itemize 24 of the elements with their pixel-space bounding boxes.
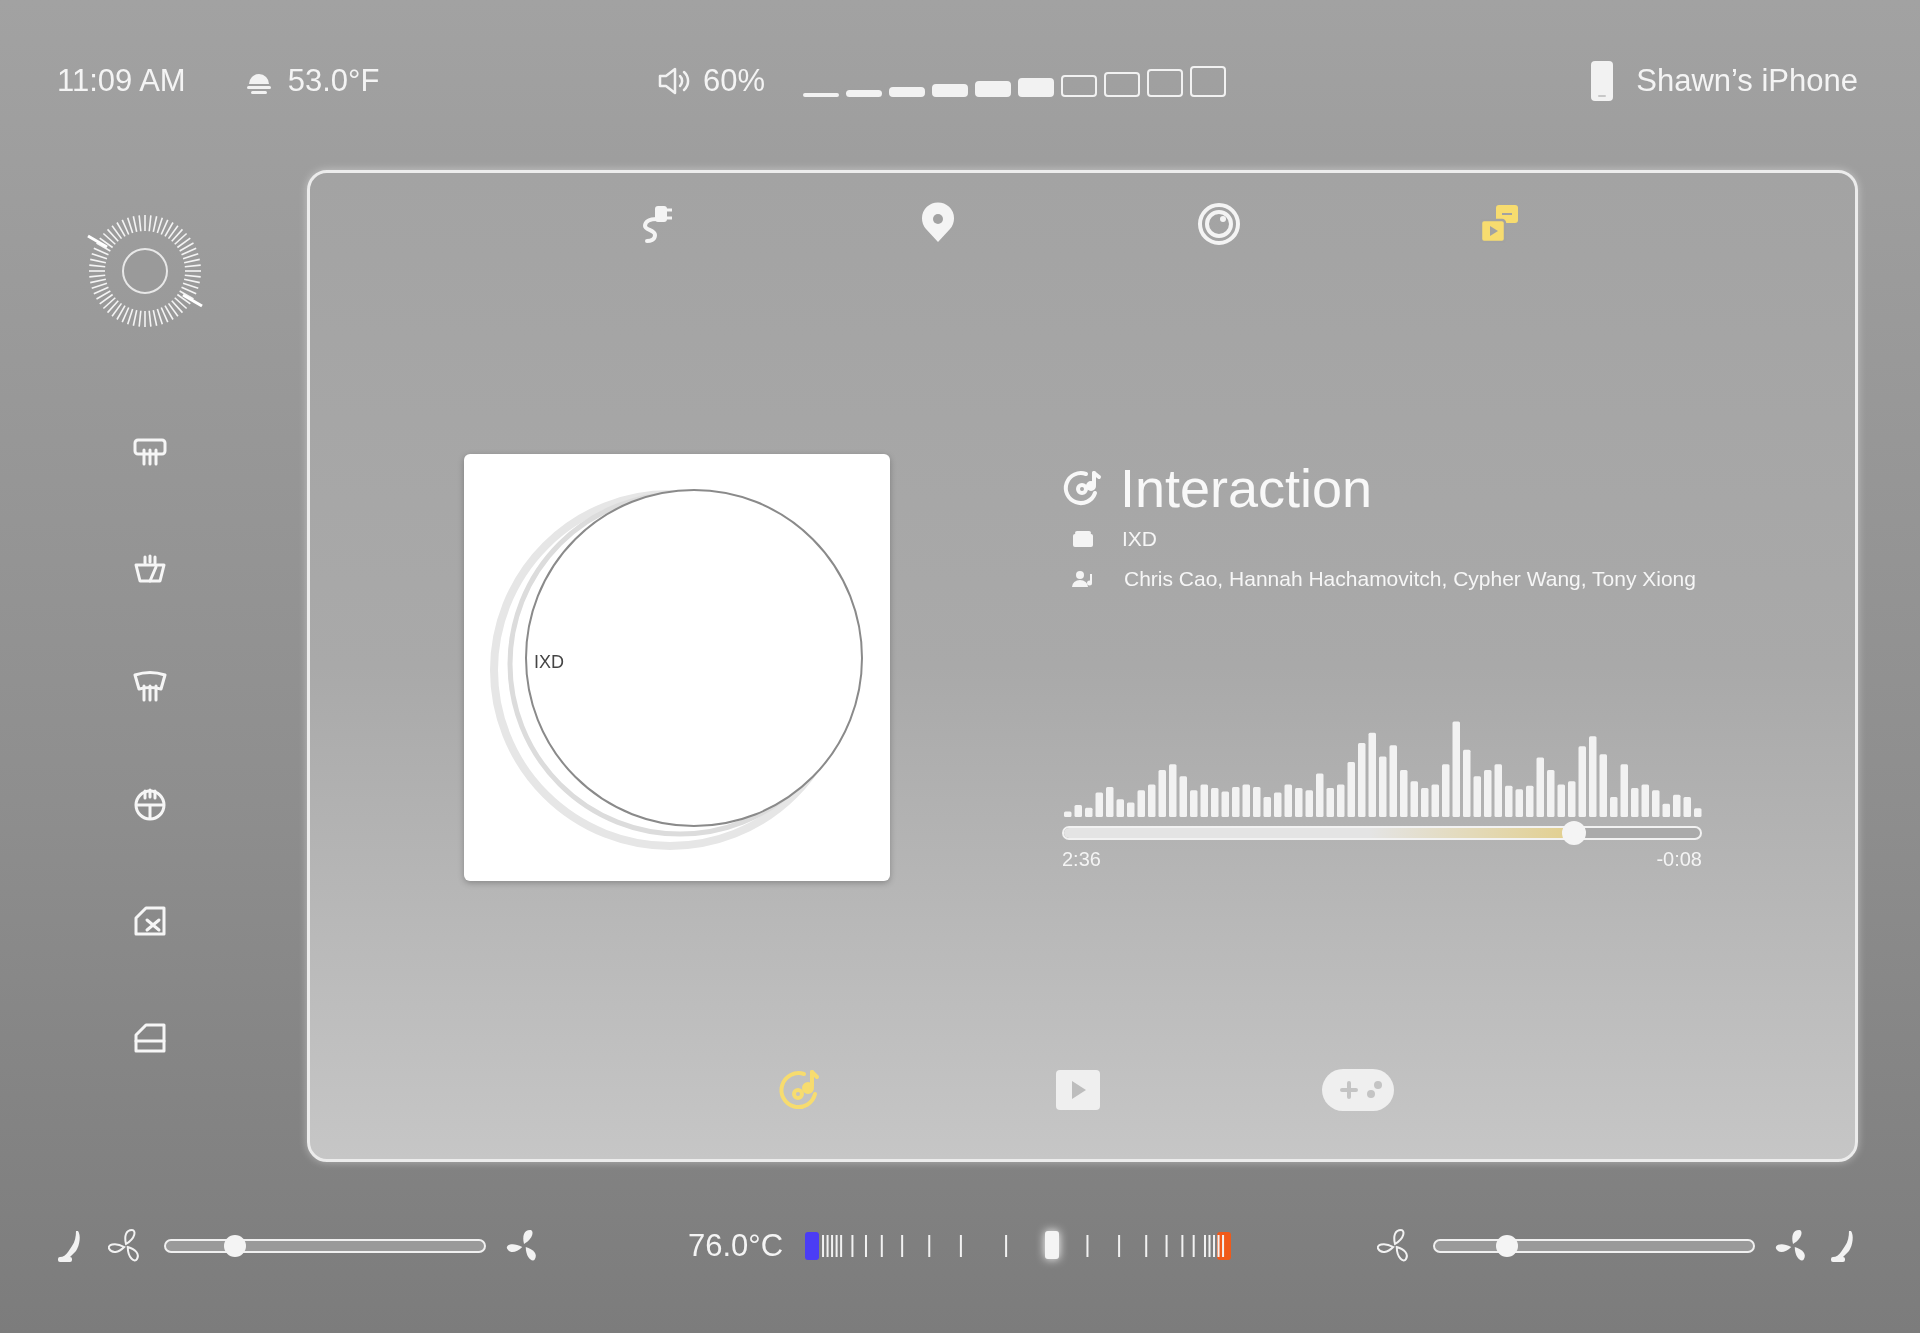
cabin-temperature: 76.0°C: [687, 1227, 784, 1264]
outside-temperature: 53.0°F: [287, 63, 380, 99]
progress-thumb[interactable]: [1562, 821, 1586, 845]
elapsed-time: 2:36: [1062, 848, 1101, 871]
device-name: Shawn’s iPhone: [1636, 63, 1858, 99]
phone-icon: [1590, 60, 1615, 102]
front-defrost-icon[interactable]: [131, 670, 168, 704]
volume-bar[interactable]: [803, 65, 1227, 97]
album-name: IXD: [1122, 527, 1157, 551]
track-title: Interaction: [1120, 457, 1373, 519]
temperature-thumb[interactable]: [1045, 1230, 1060, 1259]
album-label: IXD: [534, 652, 564, 673]
progress-track[interactable]: [1062, 826, 1702, 840]
volume-reading: 60%: [703, 63, 766, 99]
camera-tab-icon[interactable]: [1197, 202, 1241, 246]
clock-time: 11:09 AM: [57, 63, 186, 99]
album-icon: [1072, 530, 1094, 548]
remaining-time: -0:08: [1656, 848, 1702, 871]
slider-thumb[interactable]: [1496, 1234, 1519, 1257]
artist-names: Chris Cao, Hannah Hachamovitch, Cypher Wang, Tony Xiong: [1124, 567, 1696, 591]
games-tab-icon[interactable]: [1322, 1068, 1394, 1112]
slider-thumb[interactable]: [223, 1234, 246, 1257]
fan-slider[interactable]: [1433, 1233, 1755, 1258]
fan-slider[interactable]: [164, 1233, 486, 1258]
